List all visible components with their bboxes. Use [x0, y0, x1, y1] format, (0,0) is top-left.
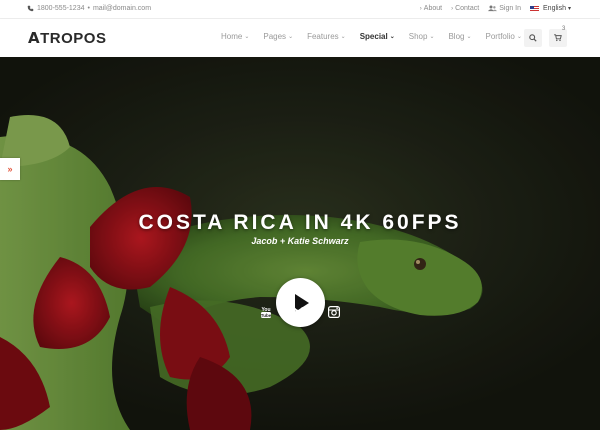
twitter-icon — [293, 306, 307, 318]
logo-initial: A — [28, 29, 41, 47]
search-icon — [529, 34, 537, 42]
contact-link-label: Contact — [455, 5, 480, 12]
double-chevron-right-icon: » — [7, 164, 13, 174]
chevron-down-icon: ⌄ — [516, 34, 522, 40]
nav-blog[interactable]: Blog ⌄ — [448, 32, 471, 41]
nav-home[interactable]: Home ⌄ — [221, 32, 249, 41]
main-header: ATROPOS Home ⌄ Pages ⌄ Features ⌄ Special ⌄ … — [0, 19, 600, 57]
nav-portfolio[interactable]: Portfolio ⌄ — [486, 32, 522, 41]
cart-count-badge: 3 — [562, 26, 566, 32]
play-video-button[interactable] — [276, 278, 325, 327]
hero-subtitle: Jacob + Katie Schwarz — [251, 236, 349, 246]
nav-shop[interactable]: Shop ⌄ — [409, 32, 435, 41]
chevron-down-icon: ⌄ — [389, 34, 395, 40]
nav-label: Shop — [408, 32, 428, 41]
chevron-down-icon: ⌄ — [244, 34, 250, 40]
phone-number[interactable]: 1800-555-1234 — [37, 5, 85, 12]
nav-label: Blog — [448, 32, 465, 41]
nav-label: Pages — [263, 32, 287, 41]
chevron-down-icon: ⌄ — [429, 34, 435, 40]
youtube-icon: YouTube — [261, 307, 272, 318]
chevron-down-icon: ⌄ — [466, 34, 472, 40]
language-selector[interactable]: English ▾ — [530, 5, 571, 12]
about-link[interactable]: › About — [420, 5, 442, 12]
instagram-link[interactable] — [327, 305, 341, 319]
nav-pages[interactable]: Pages ⌄ — [263, 32, 293, 41]
nav-label: Home — [221, 32, 243, 41]
nav-label: Portfolio — [485, 32, 515, 41]
nav-label: Features — [307, 32, 339, 41]
sign-in-link[interactable]: Sign In — [488, 5, 521, 12]
separator: • — [87, 5, 90, 12]
us-flag-icon — [530, 5, 540, 12]
nav-special[interactable]: Special ⌄ — [360, 32, 395, 41]
caret-down-icon: ▾ — [567, 6, 571, 12]
hero-section: » COSTA RICA IN 4K 60FPS Jacob + Katie S… — [0, 57, 600, 430]
chevron-down-icon: ⌄ — [340, 34, 346, 40]
phone-icon — [27, 5, 34, 12]
sign-in-label: Sign In — [499, 5, 522, 12]
twitter-link[interactable] — [293, 305, 307, 319]
contact-link[interactable]: › Contact — [451, 5, 479, 12]
nav-label: Special — [359, 32, 388, 41]
cart-icon — [554, 34, 562, 42]
users-icon — [488, 5, 498, 12]
search-button[interactable] — [524, 29, 542, 47]
language-label: English — [543, 5, 566, 12]
logo-text: TROPOS — [40, 30, 107, 47]
instagram-icon — [328, 306, 340, 318]
chevron-right-icon: › — [419, 5, 422, 12]
chevron-down-icon: ⌄ — [288, 34, 294, 40]
main-nav: Home ⌄ Pages ⌄ Features ⌄ Special ⌄ Shop ⌄ Bl… — [221, 32, 522, 41]
contact-info: 1800-555-1234 • mail@domain.com — [27, 5, 151, 12]
youtube-link[interactable]: You Tube — [259, 305, 273, 319]
email-address[interactable]: mail@domain.com — [93, 5, 151, 12]
hero-title: COSTA RICA IN 4K 60FPS — [138, 211, 462, 234]
top-bar: 1800-555-1234 • mail@domain.com › About … — [0, 0, 600, 19]
chevron-right-icon: › — [451, 5, 454, 12]
nav-features[interactable]: Features ⌄ — [307, 32, 346, 41]
about-link-label: About — [423, 5, 443, 12]
svg-text:Tube: Tube — [261, 313, 272, 318]
side-panel-toggle[interactable]: » — [0, 158, 20, 180]
site-logo[interactable]: ATROPOS — [28, 29, 106, 47]
